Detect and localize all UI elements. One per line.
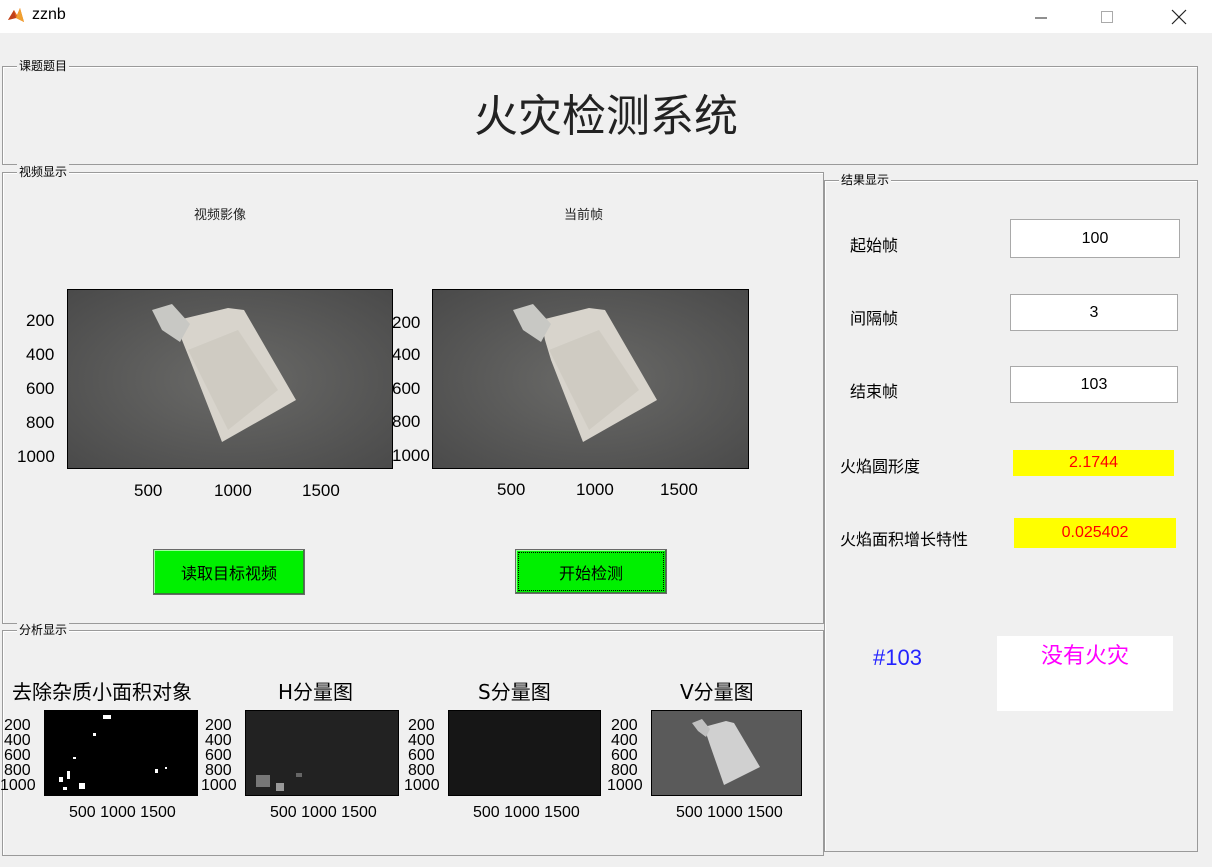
v-component-title: V分量图 <box>680 680 754 704</box>
topic-panel-legend: 课题题目 <box>17 58 70 74</box>
y-tick: 600 <box>408 747 435 764</box>
maximize-icon <box>1101 10 1113 23</box>
y-tick: 200 <box>392 313 421 332</box>
x-ticks: 500 1000 1500 <box>473 804 580 821</box>
video-image-title: 视频影像 <box>194 208 247 223</box>
x-tick: 1000 <box>214 481 252 500</box>
interval-frame-input[interactable]: 3 <box>1010 294 1178 331</box>
y-tick: 600 <box>392 379 421 398</box>
y-tick: 1000 <box>0 777 36 794</box>
video-image-axes <box>67 289 393 469</box>
y-tick: 1000 <box>392 446 430 465</box>
v-component-axes <box>651 710 802 796</box>
x-tick: 1500 <box>660 480 698 499</box>
fire-status-text: 没有火灾 <box>1040 644 1129 669</box>
y-tick: 800 <box>408 762 435 779</box>
results-panel: 结果显示 <box>824 172 1198 852</box>
interval-frame-label: 间隔帧 <box>850 309 899 328</box>
s-component-title: S分量图 <box>478 680 551 704</box>
end-frame-label: 结束帧 <box>850 382 899 401</box>
x-tick: 1500 <box>302 481 340 500</box>
y-tick: 600 <box>26 379 55 398</box>
y-tick: 1000 <box>404 777 440 794</box>
area-growth-value: 0.025402 <box>1014 518 1176 548</box>
window-titlebar: zznb <box>0 0 1212 33</box>
x-tick: 500 <box>134 481 163 500</box>
analysis-panel-legend: 分析显示 <box>17 622 70 638</box>
y-tick: 1000 <box>201 777 237 794</box>
y-tick: 400 <box>4 732 31 749</box>
y-tick: 200 <box>611 717 638 734</box>
binary-mask-image <box>59 715 167 790</box>
circularity-label: 火焰圆形度 <box>840 457 921 476</box>
y-tick: 200 <box>408 717 435 734</box>
x-tick: 500 <box>497 480 526 499</box>
current-frame-title: 当前帧 <box>564 208 604 223</box>
end-frame-input[interactable]: 103 <box>1010 366 1178 403</box>
y-tick: 800 <box>392 412 421 431</box>
h-component-image <box>246 711 398 795</box>
current-frame-axes <box>432 289 749 469</box>
y-tick: 400 <box>392 345 421 364</box>
h-component-title: H分量图 <box>278 680 354 704</box>
results-panel-legend: 结果显示 <box>839 172 892 188</box>
current-frame-image <box>433 290 748 468</box>
area-growth-label: 火焰面积增长特性 <box>840 530 969 549</box>
frame-number: #103 <box>873 645 922 670</box>
x-ticks: 500 1000 1500 <box>676 804 783 821</box>
x-ticks: 500 1000 1500 <box>69 804 176 821</box>
y-tick: 800 <box>611 762 638 779</box>
y-tick: 800 <box>4 762 31 779</box>
read-video-button[interactable]: 读取目标视频 <box>153 549 305 595</box>
y-tick: 400 <box>408 732 435 749</box>
h-component-axes <box>245 710 399 796</box>
y-tick: 800 <box>205 762 232 779</box>
fire-status-box: 没有火灾 <box>997 636 1173 711</box>
s-component-axes <box>448 710 601 796</box>
y-tick: 400 <box>205 732 232 749</box>
s-component-image <box>449 711 600 795</box>
y-tick: 800 <box>26 413 55 432</box>
y-tick: 600 <box>205 747 232 764</box>
start-detection-button[interactable]: 开始检测 <box>515 549 667 594</box>
close-icon <box>1171 9 1187 24</box>
paper-on-ground-image <box>68 290 392 468</box>
matlab-icon <box>8 8 24 22</box>
video-panel-legend: 视频显示 <box>17 164 70 180</box>
y-tick: 200 <box>26 311 55 330</box>
y-tick: 1000 <box>607 777 643 794</box>
close-button[interactable] <box>1156 0 1202 33</box>
start-frame-input[interactable]: 100 <box>1010 219 1180 258</box>
y-tick: 400 <box>611 732 638 749</box>
y-tick: 200 <box>205 717 232 734</box>
v-component-image <box>652 711 801 795</box>
start-frame-label: 起始帧 <box>850 236 899 255</box>
y-tick: 600 <box>4 747 31 764</box>
circularity-value: 2.1744 <box>1013 450 1174 476</box>
y-tick: 200 <box>4 717 31 734</box>
noise-removed-axes <box>44 710 198 796</box>
y-tick: 400 <box>26 345 55 364</box>
minimize-button[interactable] <box>1018 0 1064 33</box>
page-title: 火灾检测系统 <box>474 91 738 142</box>
y-tick: 1000 <box>17 447 55 466</box>
minimize-icon <box>1035 17 1047 18</box>
maximize-button[interactable] <box>1084 0 1130 33</box>
y-tick: 600 <box>611 747 638 764</box>
x-tick: 1000 <box>576 480 614 499</box>
window-title: zznb <box>32 6 66 23</box>
x-ticks: 500 1000 1500 <box>270 804 377 821</box>
remove-noise-title: 去除杂质小面积对象 <box>12 680 192 704</box>
